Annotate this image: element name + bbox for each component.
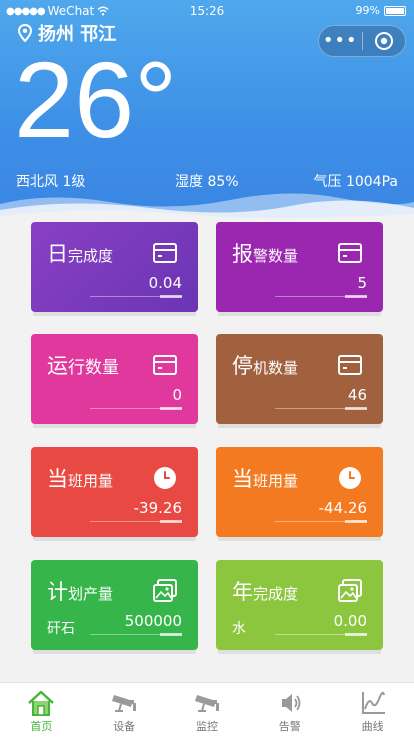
card-underline — [275, 407, 367, 410]
card-value: 0 — [172, 386, 182, 404]
card-title-big: 日 — [47, 242, 68, 266]
card-shift-usage-1[interactable]: 当班用量 -39.26 — [31, 447, 198, 537]
card-stopped-count[interactable]: 停机数量 46 — [216, 334, 383, 424]
card-underline — [90, 295, 182, 298]
tab-label: 曲线 — [361, 720, 384, 733]
card-title-big: 停 — [232, 354, 253, 378]
card-icon — [338, 243, 362, 263]
card-value: 0.00 — [333, 612, 367, 630]
card-shift-usage-2[interactable]: 当班用量 -44.26 — [216, 447, 383, 537]
tab-alarm[interactable]: 告警 — [248, 683, 331, 738]
card-title: 停机数量 — [232, 350, 298, 380]
card-title: 报警数量 — [232, 238, 298, 268]
clock-icon — [339, 467, 361, 489]
card-value: 5 — [357, 274, 367, 292]
card-running-count[interactable]: 运行数量 0 — [31, 334, 198, 424]
card-title: 计划产量 — [47, 576, 113, 606]
humidity: 湿度 85% — [175, 174, 239, 190]
card-underline — [275, 520, 367, 523]
home-icon — [28, 690, 55, 716]
wind: 西北风 1级 — [16, 174, 86, 190]
temperature: 26° — [14, 39, 178, 160]
card-value: 500000 — [124, 612, 182, 630]
wave-decoration — [0, 193, 414, 222]
tab-curve[interactable]: 曲线 — [331, 683, 414, 738]
card-title-rest: 划产量 — [68, 585, 114, 603]
pressure: 气压 1004Pa — [313, 174, 398, 190]
camera-icon — [112, 695, 137, 712]
target-icon — [374, 32, 393, 50]
card-title-big: 报 — [232, 242, 253, 266]
tab-home[interactable]: 首页 — [0, 683, 83, 738]
card-underline — [90, 633, 182, 636]
status-battery: 99% — [356, 4, 406, 17]
clock-icon — [154, 467, 176, 489]
battery-icon — [384, 5, 406, 16]
more-icon[interactable]: ••• — [319, 26, 362, 56]
card-icon — [153, 243, 177, 263]
speaker-icon — [281, 694, 301, 712]
card-title-rest: 行数量 — [68, 358, 119, 378]
status-bar: ●●●●● WeChat 15:26 99% — [0, 0, 414, 22]
card-title-big: 年 — [232, 580, 253, 604]
card-title-rest: 班用量 — [68, 472, 114, 490]
card-title-rest: 完成度 — [68, 247, 114, 265]
card-yearly-completion[interactable]: 年完成度 水 0.00 — [216, 560, 383, 650]
card-title-big: 当 — [232, 467, 253, 491]
card-underline — [275, 295, 367, 298]
card-title: 当班用量 — [232, 463, 298, 493]
tab-label: 告警 — [278, 720, 301, 733]
card-title: 日完成度 — [47, 238, 113, 268]
card-subtitle: 水 — [232, 621, 246, 637]
battery-label: 99% — [355, 4, 380, 17]
card-title: 年完成度 — [232, 576, 298, 606]
status-time: 15:26 — [189, 4, 225, 18]
card-planned-output[interactable]: 计划产量 矸石 500000 — [31, 560, 198, 650]
tab-bar: 首页 设备 监控 告警 曲线 — [0, 682, 414, 738]
tab-label: 设备 — [113, 720, 136, 733]
chart-icon — [361, 691, 385, 714]
card-title-big: 当 — [47, 467, 68, 491]
miniprogram-capsule: ••• — [318, 25, 406, 57]
tab-label: 监控 — [195, 720, 218, 733]
card-icon — [153, 355, 177, 375]
card-title-rest: 完成度 — [253, 585, 299, 603]
card-daily-completion[interactable]: 日完成度 0.04 — [31, 222, 198, 312]
header: ●●●●● WeChat 15:26 99% 扬州 邗江 ••• 26° 西北风… — [0, 0, 414, 222]
tab-devices[interactable]: 设备 — [83, 683, 166, 738]
card-title: 当班用量 — [47, 463, 113, 493]
card-title-rest: 警数量 — [253, 247, 299, 265]
card-value: -39.26 — [133, 499, 182, 517]
card-title-big: 计 — [47, 580, 68, 604]
card-title-rest: 班用量 — [253, 472, 299, 490]
card-title-rest: 机数量 — [253, 359, 299, 377]
card-title-big: 运 — [47, 354, 68, 378]
picture-icon — [153, 579, 177, 602]
card-value: 46 — [347, 386, 367, 404]
close-target-button[interactable] — [362, 31, 405, 51]
card-underline — [275, 633, 367, 636]
picture-icon — [338, 579, 362, 602]
card-icon — [338, 355, 362, 375]
card-value: 0.04 — [148, 274, 182, 292]
card-underline — [90, 407, 182, 410]
card-underline — [90, 520, 182, 523]
tab-label: 首页 — [30, 720, 53, 733]
card-title: 运行数量 — [47, 350, 119, 380]
card-value: -44.26 — [318, 499, 367, 517]
card-subtitle: 矸石 — [47, 621, 75, 637]
tab-monitor[interactable]: 监控 — [166, 683, 249, 738]
card-alarm-count[interactable]: 报警数量 5 — [216, 222, 383, 312]
camera-icon — [194, 695, 219, 712]
